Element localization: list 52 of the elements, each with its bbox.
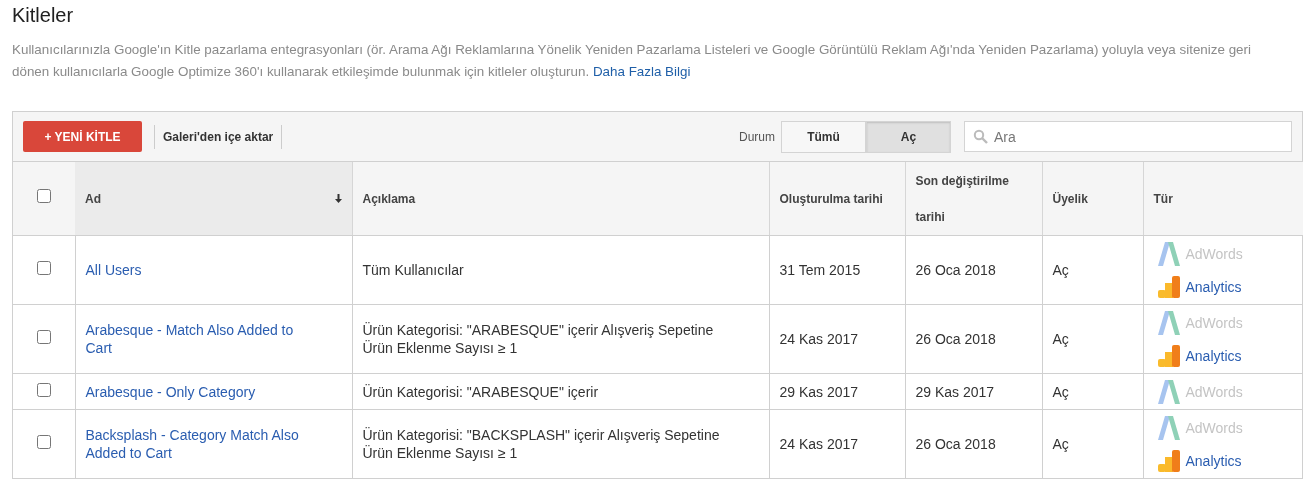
column-header[interactable]: Ad — [75, 162, 352, 236]
description-text: Ürün Kategorisi: "BACKSPLASH" içerir Alışveriş Sepetine Ürün Eklenme Sayısı ≥ 1 — [362, 426, 721, 462]
column-header[interactable]: Son değiştirilme tarihi — [905, 162, 1042, 236]
row-checkbox[interactable] — [36, 435, 51, 449]
select-all-checkbox[interactable] — [37, 188, 51, 203]
membership-cell: Aç — [1042, 304, 1143, 374]
status-label: Durum — [739, 129, 775, 144]
membership-cell: Aç — [1042, 373, 1143, 410]
modified-date-cell: 26 Oca 2018 — [905, 304, 1042, 374]
type-label: AdWords — [1185, 418, 1243, 437]
column-header[interactable]: Tür — [1143, 162, 1303, 236]
intro-text: Kullanıcılarınızla Google'ın Kitle pazarlama entegrasyonları (ör. Arama Ağı Reklamlarına Yönelik Yeniden Pazarlama Listeleri ve Google Görüntülü Reklam Ağı'nda Yeniden Pazarlama) yoluyla veya sitenize geri dönen kullanıcılarla Google Optimize 360'ı kullanarak etkileşimde bulunmak için kitleler oluşturun. Daha Fazla Bilgi — [12, 41, 1252, 81]
type-label: AdWords — [1185, 313, 1243, 332]
analytics-logo-icon — [1157, 449, 1180, 472]
membership-cell: Aç — [1042, 409, 1143, 479]
column-header[interactable]: Oluşturulma tarihi — [769, 162, 905, 236]
type-label: AdWords — [1185, 244, 1243, 263]
page-title: Kitleler — [12, 4, 75, 27]
adwords-logo-icon — [1157, 415, 1180, 440]
description-text: Tüm Kullanıcılar — [362, 261, 465, 279]
modified-date-cell: 26 Oca 2018 — [905, 235, 1042, 305]
created-date-cell: 29 Kas 2017 — [769, 373, 905, 410]
description-text: Ürün Kategorisi: "ARABESQUE" içerir — [362, 382, 600, 401]
row-checkbox[interactable] — [36, 330, 51, 344]
analytics-logo-icon — [1157, 344, 1180, 367]
column-header[interactable]: Üyelik — [1042, 162, 1143, 236]
new-audience-button[interactable]: + YENİ KİTLE — [23, 121, 142, 152]
type-label: Analytics — [1185, 346, 1242, 365]
modified-date-cell: 29 Kas 2017 — [905, 373, 1042, 410]
analytics-logo-icon — [1157, 275, 1180, 298]
type-label: AdWords — [1185, 382, 1243, 401]
learn-more-link[interactable]: Daha Fazla Bilgi — [592, 64, 691, 79]
status-toggle[interactable]: Aç — [866, 120, 951, 153]
created-date-cell: 31 Tem 2015 — [769, 235, 905, 305]
search-field[interactable]: Ara — [964, 121, 1292, 152]
row-checkbox[interactable] — [36, 382, 51, 397]
description-text: Ürün Kategorisi: "ARABESQUE" içerir Alışveriş Sepetine Ürün Eklenme Sayısı ≥ 1 — [362, 321, 715, 357]
created-date-cell: 24 Kas 2017 — [769, 409, 905, 479]
membership-cell: Aç — [1042, 235, 1143, 305]
import-gallery-link[interactable]: Galeri'den içe aktar — [154, 124, 283, 149]
column-header[interactable]: Açıklama — [352, 162, 769, 236]
created-date-cell: 24 Kas 2017 — [769, 304, 905, 374]
type-label: Analytics — [1185, 277, 1242, 296]
row-checkbox[interactable] — [36, 261, 51, 275]
adwords-logo-icon — [1157, 241, 1180, 266]
type-label: Analytics — [1185, 451, 1242, 470]
modified-date-cell: 26 Oca 2018 — [905, 409, 1042, 479]
adwords-logo-icon — [1157, 310, 1180, 335]
sort-down-arrow-icon — [334, 194, 342, 203]
search-icon — [973, 129, 988, 144]
status-toggle[interactable]: Tümü — [781, 120, 866, 153]
adwords-logo-icon — [1157, 379, 1180, 404]
